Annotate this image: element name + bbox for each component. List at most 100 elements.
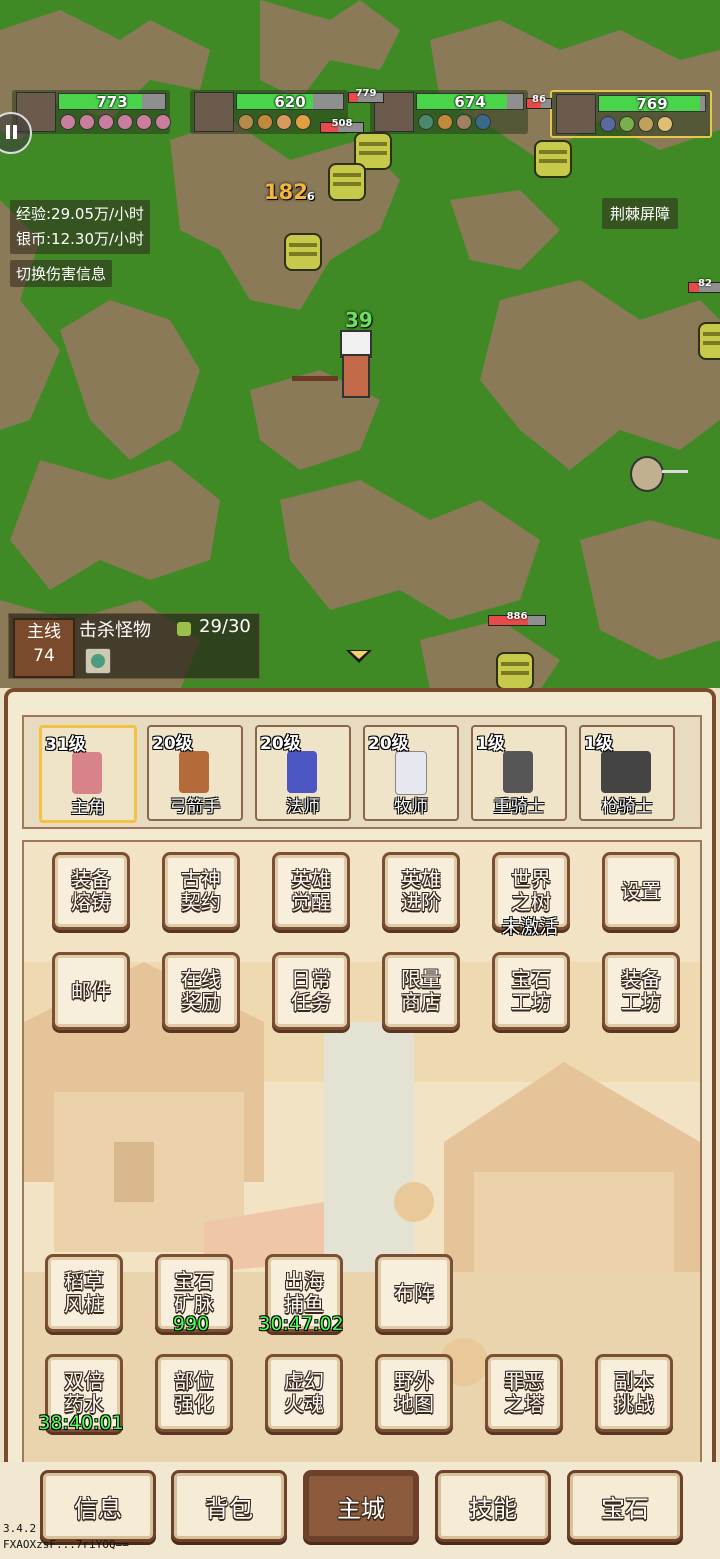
hero-name: 枪骑士: [601, 797, 653, 817]
tab-gems[interactable]: 宝石: [567, 1470, 683, 1542]
chapter-number: 74: [33, 646, 55, 666]
world-tree-status: 未激活: [501, 916, 559, 938]
enemy-slime: [698, 322, 720, 360]
party-member-card[interactable]: 773: [12, 90, 171, 134]
hero-slot[interactable]: 1级 枪骑士: [579, 725, 675, 821]
archer-sprite: [622, 452, 688, 496]
enemy-slime: [534, 140, 572, 178]
menu-formation-button[interactable]: 布阵: [375, 1254, 453, 1332]
quest-progress: 29/30: [199, 616, 251, 637]
skill-icons: [600, 116, 673, 132]
hero-level: 31级: [45, 735, 86, 755]
collapse-arrow-icon[interactable]: [346, 650, 372, 663]
enemy-slime: [328, 163, 366, 201]
menu-dungeon-button[interactable]: 副本 挑战: [595, 1354, 673, 1432]
exp-rate: 经验:29.05万/小时: [16, 205, 145, 223]
device-id-label: FXAOXzsF...7riYOQ==: [3, 1538, 129, 1551]
monster-icon: [177, 622, 191, 636]
enemy-hp-bar: 508: [320, 118, 364, 133]
enemy-slime: [284, 233, 322, 271]
menu-settings-button[interactable]: 设置: [602, 852, 680, 930]
menu-mail-button[interactable]: 邮件: [52, 952, 130, 1030]
hero-name: 主角: [71, 798, 105, 818]
quest-tracker[interactable]: 主线 74 击杀怪物 29/30: [8, 613, 260, 679]
chapter-label: 主线: [27, 622, 61, 642]
hero-figure: [601, 751, 651, 793]
heal-number: 39: [345, 308, 373, 332]
hero-slot[interactable]: 20级 弓箭手: [147, 725, 243, 821]
hero-level: 20级: [260, 734, 301, 754]
tab-skills[interactable]: 技能: [435, 1470, 551, 1542]
damage-number: 182: [264, 180, 308, 204]
hero-figure: [179, 751, 209, 793]
version-label: 3.4.2: [3, 1522, 37, 1535]
hp-value: 620: [274, 93, 306, 111]
hero-level: 1级: [584, 734, 613, 754]
gem-mine-count: 990: [172, 1313, 210, 1335]
menu-limited-shop-button[interactable]: 限量 商店: [382, 952, 460, 1030]
hp-value: 674: [454, 93, 486, 111]
menu-ancient-pact-button[interactable]: 古神 契约: [162, 852, 240, 930]
damage-number: 6: [307, 190, 315, 203]
hero-slot[interactable]: 31级 主角: [39, 725, 137, 823]
menu-hero-advance-button[interactable]: 英雄 进阶: [382, 852, 460, 930]
quest-title: 击杀怪物: [79, 620, 151, 641]
enemy-hp-bar: 86: [526, 94, 552, 109]
enemy-hp-bar: 779: [348, 88, 384, 103]
menu-phantom-fire-button[interactable]: 虚幻 火魂: [265, 1354, 343, 1432]
party-member-card[interactable]: 674: [370, 90, 528, 134]
toggle-damage-info-button[interactable]: 切换伤害信息: [10, 260, 113, 287]
hero-portrait: [556, 94, 596, 134]
enemy-slime: [496, 652, 534, 690]
hero-figure: [287, 751, 317, 793]
hp-value: 773: [96, 93, 128, 111]
hero-figure: [72, 752, 102, 794]
party-member-card-active[interactable]: 769: [550, 90, 712, 138]
menu-online-reward-button[interactable]: 在线 奖励: [162, 952, 240, 1030]
hero-roster: 31级 主角 20级 弓箭手 20级 法师 20级 牧师 1级 重骑士 1级 枪…: [22, 715, 702, 829]
tab-info[interactable]: 信息: [40, 1470, 156, 1542]
hero-slot[interactable]: 20级 牧师: [363, 725, 459, 821]
hero-level: 20级: [152, 734, 193, 754]
hp-value: 769: [636, 95, 668, 113]
enemy-hp-bar: 82: [688, 278, 720, 293]
chapter-badge: 主线 74: [13, 618, 75, 678]
menu-gem-workshop-button[interactable]: 宝石 工坊: [492, 952, 570, 1030]
tab-main-city[interactable]: 主城: [303, 1470, 419, 1542]
battle-field: 773 620 674 769 经验:29.05万/小时 银币:12.30万/小…: [0, 0, 720, 690]
tab-backpack[interactable]: 背包: [171, 1470, 287, 1542]
hero-name: 牧师: [394, 797, 428, 817]
menu-equipment-forge-button[interactable]: 装备 熔铸: [52, 852, 130, 930]
menu-field-map-button[interactable]: 野外 地图: [375, 1354, 453, 1432]
menu-daily-task-button[interactable]: 日常 任务: [272, 952, 350, 1030]
menu-sin-tower-button[interactable]: 罪恶 之塔: [485, 1354, 563, 1432]
hp-bar: 769: [598, 95, 706, 113]
hero-name: 法师: [286, 797, 320, 817]
hp-bar: 674: [416, 93, 524, 111]
double-potion-timer: 38:40:01: [38, 1412, 124, 1434]
hero-slot[interactable]: 1级 重骑士: [471, 725, 567, 821]
skill-icons: [60, 114, 171, 130]
enemy-hp-bar: 886: [488, 611, 546, 626]
hp-bar: 773: [58, 93, 166, 111]
menu-hero-awaken-button[interactable]: 英雄 觉醒: [272, 852, 350, 930]
hero-slot[interactable]: 20级 法师: [255, 725, 351, 821]
menu-slot-enhance-button[interactable]: 部位 强化: [155, 1354, 233, 1432]
menu-equipment-workshop-button[interactable]: 装备 工坊: [602, 952, 680, 1030]
hero-figure: [503, 751, 533, 793]
hero-level: 20级: [368, 734, 409, 754]
fishing-timer: 30:47:02: [258, 1313, 344, 1335]
pause-icon: [6, 125, 10, 139]
skill-icons: [238, 114, 311, 130]
hero-name: 重骑士: [493, 797, 545, 817]
hp-bar: 620: [236, 93, 344, 111]
hero-name: 弓箭手: [169, 797, 221, 817]
hero-figure: [395, 751, 427, 795]
party-sprite: [292, 330, 376, 400]
hero-level: 1级: [476, 734, 505, 754]
hero-portrait: [194, 92, 234, 132]
rates-panel: 经验:29.05万/小时 银币:12.30万/小时: [10, 200, 151, 254]
status-effect-label: 荆棘屏障: [602, 198, 679, 229]
menu-straw-dummy-button[interactable]: 稻草 风桩: [45, 1254, 123, 1332]
reward-orb-icon[interactable]: [85, 648, 111, 674]
